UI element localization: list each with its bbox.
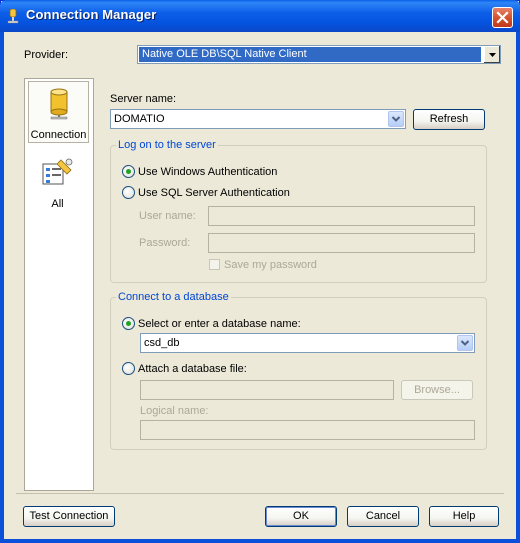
sql-auth-radio[interactable]	[122, 186, 135, 199]
user-name-input[interactable]	[208, 206, 475, 226]
password-label: Password:	[139, 237, 191, 249]
connection-icon	[7, 8, 19, 24]
ok-button[interactable]: OK	[265, 506, 337, 527]
browse-button[interactable]: Browse...	[401, 380, 473, 400]
window-border-left	[0, 32, 4, 543]
help-button[interactable]: Help	[429, 506, 499, 527]
nav-item-all[interactable]: All	[28, 155, 89, 211]
window-title: Connection Manager	[26, 7, 157, 22]
radio-selected-dot	[126, 169, 131, 174]
provider-label: Provider:	[24, 49, 69, 61]
password-input[interactable]	[208, 233, 475, 253]
database-dropdown-button[interactable]	[457, 335, 473, 351]
windows-auth-label[interactable]: Use Windows Authentication	[138, 166, 277, 178]
logical-name-label: Logical name:	[140, 405, 209, 417]
chevron-down-icon	[460, 340, 470, 346]
cancel-button[interactable]: Cancel	[347, 506, 419, 527]
provider-dropdown-button[interactable]	[483, 46, 500, 63]
database-group-title: Connect to a database	[116, 291, 231, 303]
windows-auth-radio[interactable]	[122, 165, 135, 178]
close-button[interactable]	[492, 7, 513, 28]
sql-auth-label[interactable]: Use SQL Server Authentication	[138, 187, 290, 199]
database-name-value: csd_db	[144, 337, 180, 349]
chevron-down-icon	[489, 53, 496, 57]
user-name-label: User name:	[139, 210, 196, 222]
footer-divider	[16, 493, 504, 494]
save-password-checkbox[interactable]	[209, 259, 220, 270]
logical-name-input[interactable]	[140, 420, 475, 440]
nav-item-connection[interactable]: Connection	[28, 81, 89, 143]
nav-item-label: Connection	[30, 129, 87, 141]
save-password-label: Save my password	[224, 259, 317, 271]
nav-item-label: All	[51, 198, 64, 210]
server-name-value: DOMATIO	[114, 113, 165, 125]
provider-select[interactable]: Native OLE DB\SQL Native Client	[137, 45, 501, 64]
test-connection-button[interactable]: Test Connection	[23, 506, 115, 527]
logon-group-title: Log on to the server	[116, 139, 218, 151]
attach-file-radio[interactable]	[122, 362, 135, 375]
provider-value: Native OLE DB\SQL Native Client	[139, 47, 481, 62]
attach-file-input[interactable]	[140, 380, 394, 400]
database-name-combobox[interactable]: csd_db	[140, 333, 475, 353]
close-icon	[496, 11, 509, 24]
server-dropdown-button[interactable]	[388, 111, 404, 127]
refresh-button[interactable]: Refresh	[413, 109, 485, 130]
window-border-bottom	[0, 539, 520, 543]
select-database-label[interactable]: Select or enter a database name:	[138, 318, 301, 330]
window-border-right	[516, 32, 520, 543]
database-icon	[46, 88, 72, 123]
radio-selected-dot	[126, 321, 131, 326]
server-name-label: Server name:	[110, 93, 177, 105]
properties-icon	[41, 158, 75, 191]
server-name-combobox[interactable]: DOMATIO	[110, 109, 406, 129]
attach-file-label[interactable]: Attach a database file:	[138, 363, 247, 375]
chevron-down-icon	[391, 116, 401, 122]
select-database-radio[interactable]	[122, 317, 135, 330]
